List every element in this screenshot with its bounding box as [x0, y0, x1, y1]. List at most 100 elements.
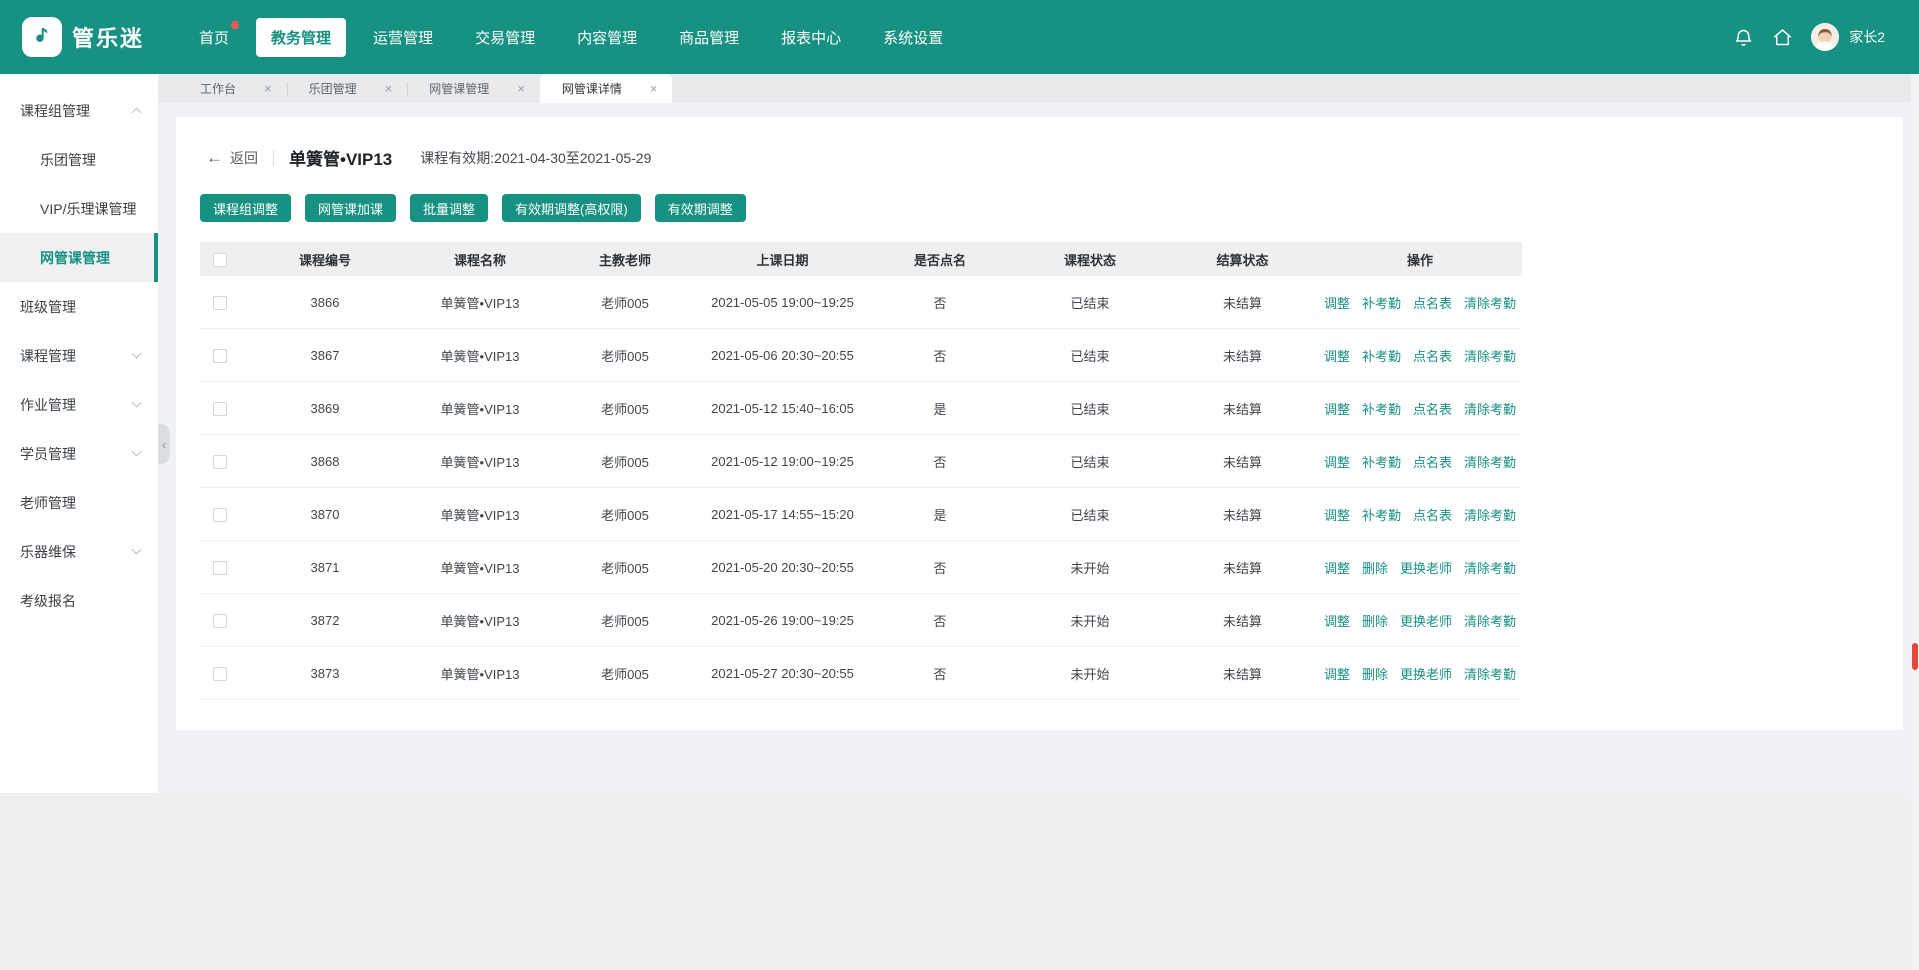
row-action-link[interactable]: 删除: [1362, 664, 1388, 683]
toolbar-button[interactable]: 批量调整: [410, 194, 488, 222]
sidebar-item[interactable]: 学员管理: [0, 429, 158, 478]
page-tab[interactable]: 网管课管理 ×: [407, 74, 540, 103]
scrollbar-track[interactable]: [1911, 74, 1919, 970]
teacher-name: 老师005: [550, 558, 700, 577]
row-actions: 调整删除更换老师清除考勤: [1320, 558, 1520, 577]
row-action-link[interactable]: 调整: [1324, 346, 1350, 365]
sidebar-item[interactable]: 班级管理: [0, 282, 158, 331]
nav-item[interactable]: 系统设置: [868, 18, 958, 57]
nav-item-label: 运营管理: [373, 30, 433, 47]
row-action-link[interactable]: 调整: [1324, 293, 1350, 312]
page-tab[interactable]: 网管课详情 ×: [540, 74, 673, 103]
row-action-link[interactable]: 清除考勤: [1464, 346, 1516, 365]
nav-item[interactable]: 内容管理: [562, 18, 652, 57]
row-action-link[interactable]: 点名表: [1413, 505, 1452, 524]
row-action-link[interactable]: 清除考勤: [1464, 399, 1516, 418]
close-icon[interactable]: ×: [650, 82, 658, 95]
user-avatar[interactable]: [1811, 23, 1839, 51]
column-header: 结算状态: [1165, 250, 1320, 269]
row-action-link[interactable]: 调整: [1324, 399, 1350, 418]
row-action-link[interactable]: 调整: [1324, 611, 1350, 630]
row-action-link[interactable]: 更换老师: [1400, 558, 1452, 577]
sidebar-collapse-handle[interactable]: ‹: [158, 424, 170, 464]
back-button[interactable]: ← 返回: [206, 148, 258, 168]
sidebar-item[interactable]: 乐器维保: [0, 527, 158, 576]
row-action-link[interactable]: 点名表: [1413, 346, 1452, 365]
nav-item[interactable]: 运营管理: [358, 18, 448, 57]
sidebar-item[interactable]: 考级报名: [0, 576, 158, 625]
row-checkbox[interactable]: [213, 402, 227, 416]
teacher-name: 老师005: [550, 452, 700, 471]
row-checkbox[interactable]: [213, 561, 227, 575]
sidebar-item-label: 乐团管理: [40, 150, 96, 170]
toolbar-button[interactable]: 有效期调整(高权限): [502, 194, 641, 222]
sidebar-item-label: 网管课管理: [40, 248, 110, 268]
class-date: 2021-05-06 20:30~20:55: [700, 348, 865, 363]
sidebar-item[interactable]: 老师管理: [0, 478, 158, 527]
row-action-link[interactable]: 调整: [1324, 664, 1350, 683]
nav-item[interactable]: 首页: [184, 18, 244, 57]
sidebar-menu: 课程组管理 乐团管理 VIP/乐理课管理 网管课管理 班级管理: [0, 86, 158, 625]
sidebar-item[interactable]: 作业管理: [0, 380, 158, 429]
row-action-link[interactable]: 补考勤: [1362, 452, 1401, 471]
row-checkbox[interactable]: [213, 455, 227, 469]
row-action-link[interactable]: 清除考勤: [1464, 558, 1516, 577]
row-action-link[interactable]: 清除考勤: [1464, 505, 1516, 524]
sidebar-item[interactable]: 网管课管理: [0, 233, 158, 282]
select-all-checkbox[interactable]: [213, 253, 227, 267]
row-checkbox[interactable]: [213, 508, 227, 522]
row-action-link[interactable]: 补考勤: [1362, 505, 1401, 524]
row-action-link[interactable]: 更换老师: [1400, 664, 1452, 683]
row-actions: 调整补考勤点名表清除考勤: [1320, 452, 1520, 471]
toolbar-button[interactable]: 网管课加课: [305, 194, 396, 222]
row-action-link[interactable]: 点名表: [1413, 293, 1452, 312]
row-action-link[interactable]: 调整: [1324, 558, 1350, 577]
row-action-link[interactable]: 补考勤: [1362, 293, 1401, 312]
sidebar-item[interactable]: 乐团管理: [0, 135, 158, 184]
sidebar-item[interactable]: VIP/乐理课管理: [0, 184, 158, 233]
row-checkbox[interactable]: [213, 296, 227, 310]
row-action-link[interactable]: 清除考勤: [1464, 611, 1516, 630]
nav-item[interactable]: 交易管理: [460, 18, 550, 57]
close-icon[interactable]: ×: [264, 82, 272, 95]
brand-name: 管乐迷: [72, 21, 144, 53]
bell-icon[interactable]: [1733, 27, 1754, 48]
row-action-link[interactable]: 清除考勤: [1464, 664, 1516, 683]
row-action-link[interactable]: 删除: [1362, 611, 1388, 630]
row-action-link[interactable]: 删除: [1362, 558, 1388, 577]
page-tab[interactable]: 工作台 ×: [178, 74, 287, 103]
row-action-link[interactable]: 更换老师: [1400, 611, 1452, 630]
row-action-link[interactable]: 清除考勤: [1464, 452, 1516, 471]
row-action-link[interactable]: 清除考勤: [1464, 293, 1516, 312]
row-action-link[interactable]: 补考勤: [1362, 346, 1401, 365]
row-action-link[interactable]: 调整: [1324, 505, 1350, 524]
title-row: ← 返回 单簧管•VIP13 课程有效期:2021-04-30至2021-05-…: [200, 145, 1879, 170]
row-action-link[interactable]: 点名表: [1413, 452, 1452, 471]
user-name[interactable]: 家长2: [1849, 27, 1885, 47]
row-action-link[interactable]: 补考勤: [1362, 399, 1401, 418]
row-checkbox[interactable]: [213, 667, 227, 681]
course-id: 3872: [240, 613, 410, 628]
toolbar-button[interactable]: 课程组调整: [200, 194, 291, 222]
brand[interactable]: 管乐迷: [22, 17, 144, 57]
scrollbar-thumb[interactable]: [1912, 643, 1918, 670]
close-icon[interactable]: ×: [517, 82, 525, 95]
row-action-link[interactable]: 点名表: [1413, 399, 1452, 418]
page-tab[interactable]: 乐团管理 ×: [287, 74, 408, 103]
toolbar-button[interactable]: 有效期调整: [655, 194, 746, 222]
home-icon[interactable]: [1772, 27, 1793, 48]
nav-item[interactable]: 商品管理: [664, 18, 754, 57]
nav-item[interactable]: 教务管理: [256, 18, 346, 57]
rollcall-flag: 否: [865, 293, 1015, 312]
course-status: 已结束: [1015, 346, 1165, 365]
row-checkbox[interactable]: [213, 614, 227, 628]
sidebar-item[interactable]: 课程管理: [0, 331, 158, 380]
chevron-down-icon: [132, 545, 142, 555]
nav-item[interactable]: 报表中心: [766, 18, 856, 57]
row-action-link[interactable]: 调整: [1324, 452, 1350, 471]
class-date: 2021-05-05 19:00~19:25: [700, 295, 865, 310]
sidebar-item[interactable]: 课程组管理: [0, 86, 158, 135]
close-icon[interactable]: ×: [385, 82, 393, 95]
rollcall-flag: 否: [865, 452, 1015, 471]
row-checkbox[interactable]: [213, 349, 227, 363]
